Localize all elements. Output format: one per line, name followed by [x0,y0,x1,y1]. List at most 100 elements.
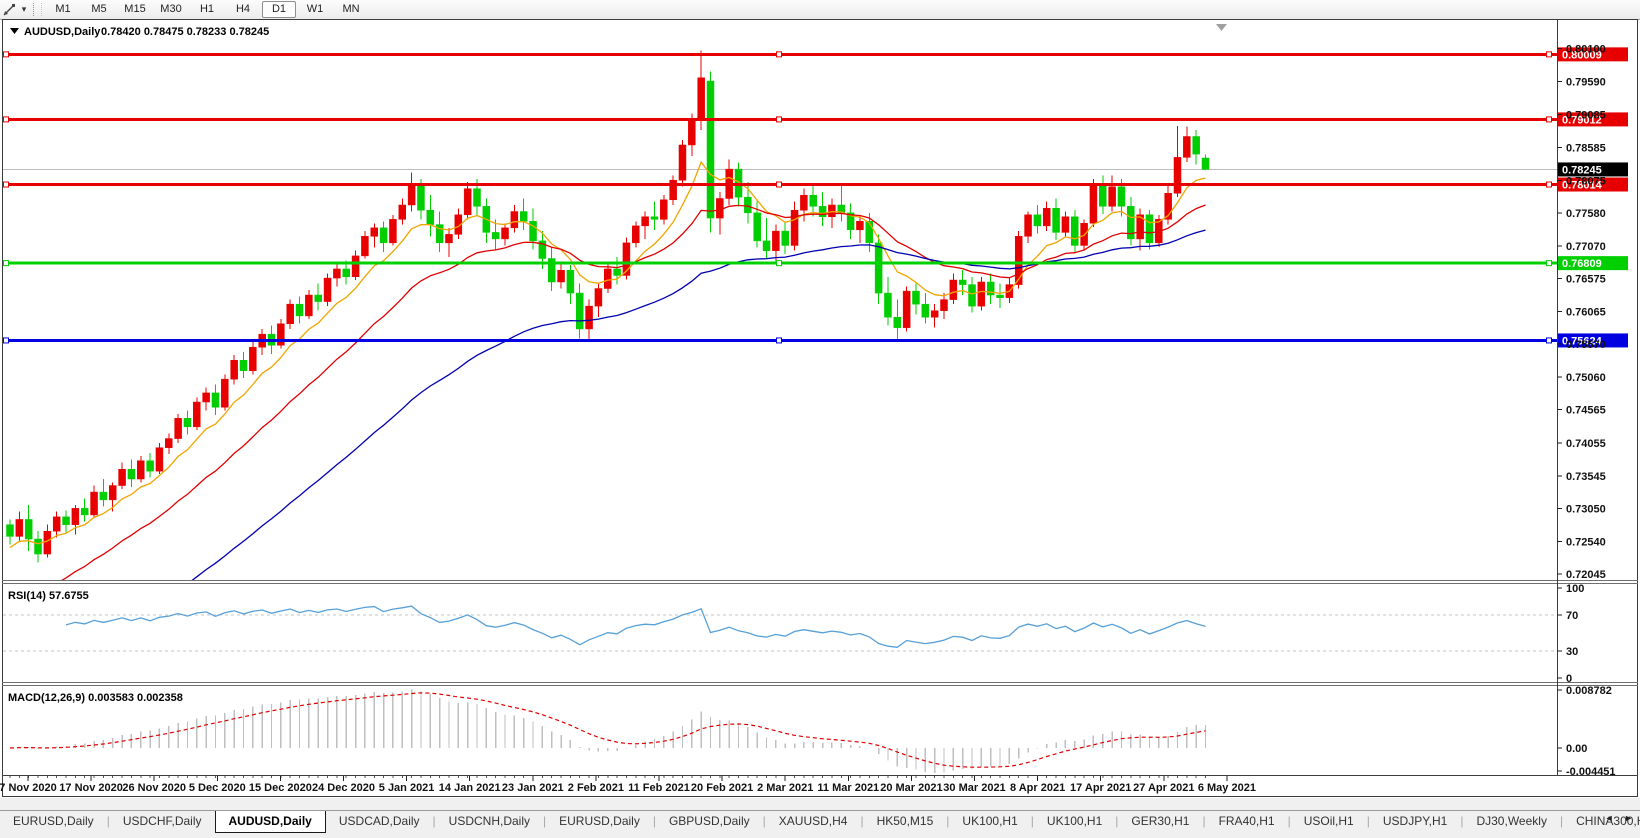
candle-body [604,268,612,289]
candle-body [772,230,780,251]
candle-body [118,468,126,486]
chart-tab-4-usdcnh-daily[interactable]: USDCNH,Daily [436,811,543,831]
line-drag-handle[interactable] [3,181,9,188]
candle-body [398,204,407,220]
line-drag-handle[interactable] [776,181,782,188]
candle-body [137,460,145,480]
line-drag-handle[interactable] [1546,337,1552,344]
candle-body [80,508,89,516]
macd-indicator-label: MACD(12,26,9) 0.003583 0.002358 [8,692,183,704]
candle-body [688,119,696,146]
candle-body [958,279,967,285]
candle-body [417,185,425,211]
chart-tab-8-hk50-m15[interactable]: HK50,M15 [864,811,947,831]
candle-body [99,491,108,501]
candle-body [1201,157,1210,170]
candle-body [1192,136,1200,155]
line-drag-handle[interactable] [776,337,782,344]
candle-body [1173,157,1182,194]
candle-body [510,211,519,229]
line-drag-handle[interactable] [776,116,782,123]
candle-body [1145,214,1154,244]
chart-tab-14-usdjpy-h1[interactable]: USDJPY,H1 [1370,811,1460,831]
price-axis-drag-zone[interactable] [1557,20,1639,775]
candle-body [202,392,210,403]
candle-body [473,188,481,207]
candle-body [1071,216,1079,246]
tab-scroll-left-icon[interactable]: ◄ [1601,813,1618,823]
candle-body [716,198,724,219]
candle-body [389,219,397,244]
candle-body [230,360,238,380]
candle-body [249,346,257,371]
candle-body [1089,185,1098,224]
candle-body [463,188,472,216]
chart-tab-10-uk100-h1[interactable]: UK100,H1 [1034,811,1115,831]
candle-body [940,299,948,311]
candle-body [52,516,61,532]
candle-body [501,227,509,240]
candle-body [902,290,911,328]
chart-tab-13-usoil-h1[interactable]: USOil,H1 [1291,811,1367,831]
line-drag-handle[interactable] [1546,116,1552,123]
candle-body [379,227,388,244]
candle-body [445,234,453,244]
candle-body [650,216,659,220]
line-drag-handle[interactable] [1546,181,1552,188]
candle-body [632,225,640,244]
chart-tab-11-ger30-h1[interactable]: GER30,H1 [1118,811,1202,831]
chart-tab-1-usdchf-daily[interactable]: USDCHF,Daily [110,811,215,831]
line-drag-handle[interactable] [3,337,9,344]
candle-body [24,519,33,540]
candle-body [90,491,98,516]
chart-tab-6-gbpusd-daily[interactable]: GBPUSD,Daily [656,811,763,831]
candle-body [314,294,322,302]
candle-body [753,212,761,242]
chart-tab-15-dj30-weekly[interactable]: DJ30,Weekly [1463,811,1559,831]
chart-tab-7-xauusd-h4[interactable]: XAUUSD,H4 [766,811,861,831]
candle-body [165,438,173,448]
candle-body [71,508,80,525]
chart-tab-bar: EURUSD,Daily | USDCHF,Daily AUDUSD,Daily USD… [0,798,1640,838]
candle-body [865,221,874,244]
line-drag-handle[interactable] [3,51,9,58]
chart-tab-3-usdcad-daily[interactable]: USDCAD,Daily [326,811,433,831]
candle-body [809,194,817,207]
chart-tab-2-audusd-daily[interactable]: AUDUSD,Daily [214,811,326,833]
candle-body [781,230,789,246]
candle-body [660,199,668,220]
candle-body [491,232,500,240]
candle-body [893,316,902,328]
candle-body [585,305,593,330]
candle-body [43,530,52,555]
date-axis-drag-zone[interactable] [2,776,1557,796]
candle-body [127,468,136,480]
line-drag-handle[interactable] [1546,260,1552,267]
candle-body [706,80,715,219]
candle-body [221,378,229,408]
chart-tab-12-fra40-h1[interactable]: FRA40,H1 [1206,811,1288,831]
line-drag-handle[interactable] [3,260,9,267]
candle-body [1033,214,1042,227]
chart-tab-9-uk100-h1[interactable]: UK100,H1 [949,811,1030,831]
line-drag-handle[interactable] [3,116,9,123]
candle-body [34,538,42,555]
candle-body [407,185,416,206]
candle-body [6,524,14,537]
candle-body [874,242,883,294]
candle-body [641,216,649,227]
line-drag-handle[interactable] [776,51,782,58]
chart-ohlc-values: 0.78420 0.78475 0.78233 0.78245 [101,26,269,38]
candle-body [949,279,958,300]
line-drag-handle[interactable] [1546,51,1552,58]
candle-body [193,401,201,428]
tab-scroll-arrows: ◄ ► [1601,813,1637,823]
candle-body [977,281,986,307]
line-drag-handle[interactable] [776,260,782,267]
tab-scroll-right-icon[interactable]: ► [1620,813,1637,823]
chart-tab-0-eurusd-daily[interactable]: EURUSD,Daily [0,811,107,831]
trading-terminal-window: ▾ M1M5M15M30H1H4D1W1MN 0.800090.790120.7… [0,0,1640,838]
chart-canvas[interactable]: 0.800090.790120.780140.768090.756240.801… [0,0,1640,798]
candle-body [613,268,621,276]
chart-tab-5-eurusd-daily[interactable]: EURUSD,Daily [546,811,653,831]
